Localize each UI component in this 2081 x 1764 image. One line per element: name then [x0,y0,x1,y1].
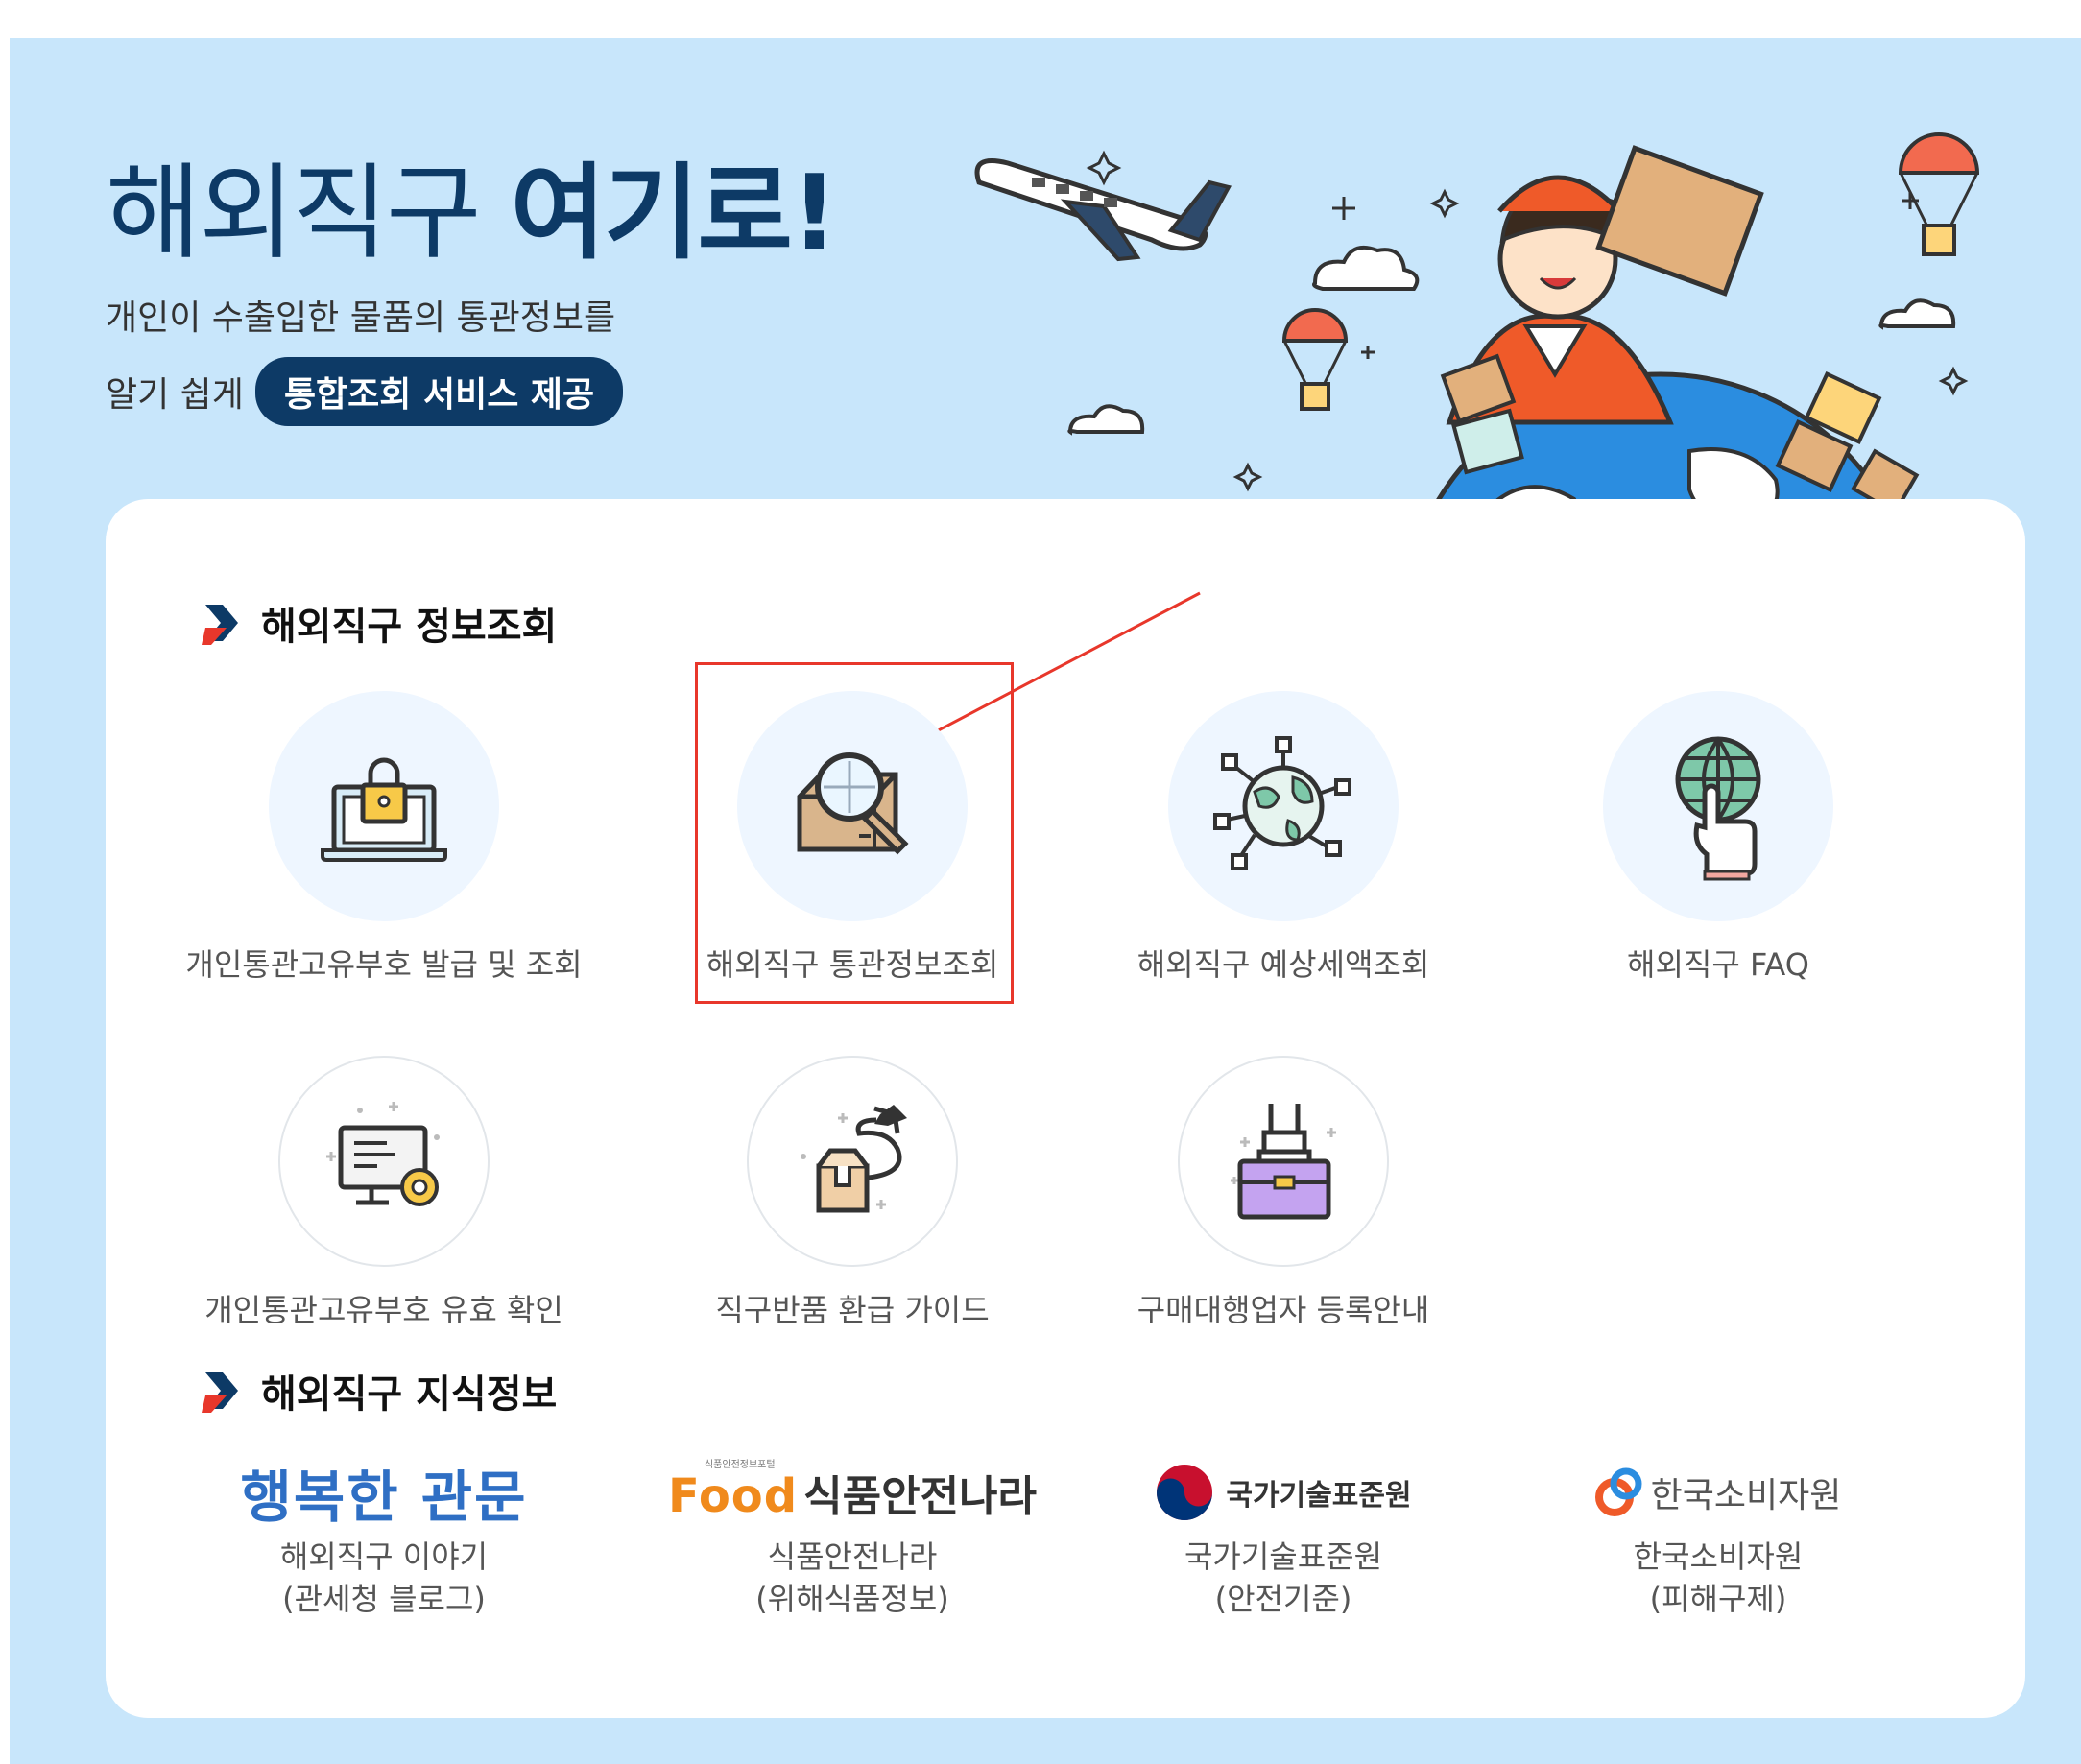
service-tax-estimate[interactable]: 해외직구 예상세액조회 [1072,691,1495,985]
service-agent-registration[interactable]: 구매대행업자 등록안내 [1072,1056,1495,1330]
service-pill: 통합조회 서비스 제공 [254,357,624,426]
chevron-right-icon [202,1372,238,1413]
hero-illustration [974,132,1980,547]
service-code-validity[interactable]: 개인통관고유부호 유효 확인 [182,1056,586,1330]
bag-hand-icon [1178,1056,1389,1267]
content-card: 해외직구 정보조회 개인통관고유부호 발급 및 조회 해외직구 통관정보조회 해… [106,499,2025,1718]
monitor-gear-icon [278,1056,490,1267]
kats-logo: 국가기술표준원 [1072,1449,1495,1536]
globe-network-icon [1168,691,1399,921]
link-kats[interactable]: 국가기술표준원 국가기술표준원 (안전기준) [1072,1449,1495,1620]
taegeuk-icon [1157,1465,1213,1520]
hero-description-line2: 알기 쉽게 통합조회 서비스 제공 [106,357,624,426]
kca-logo: 한국소비자원 [1517,1449,1920,1536]
box-airplane-icon [747,1056,958,1267]
food-safety-logo: 식품안전정보포털 Food 식품안전나라 [667,1460,1038,1523]
hero-title: 해외직구 여기로! [106,154,838,274]
link-food-safety[interactable]: 식품안전정보포털 Food 식품안전나라 식품안전나라 (위해식품정보) [641,1449,1064,1620]
service-faq[interactable]: 해외직구 FAQ [1517,691,1920,985]
main-banner: 해외직구 여기로! 개인이 수출입한 물품의 통관정보를 알기 쉽게 통합조회 … [10,38,2081,1764]
section-info-lookup: 해외직구 정보조회 [200,595,557,651]
chevron-right-icon [202,605,238,645]
hero-description: 개인이 수출입한 물품의 통관정보를 [106,298,616,338]
kca-symbol-icon [1594,1467,1642,1516]
link-kca[interactable]: 한국소비자원 한국소비자원 (피해구제) [1517,1449,1920,1620]
box-magnifier-icon [737,691,968,921]
service-customs-info-lookup[interactable]: 해외직구 통관정보조회 [641,691,1064,985]
laptop-lock-icon [269,691,499,921]
link-customs-blog[interactable]: 행복한 관문 해외직구 이야기 (관세청 블로그) [182,1449,586,1620]
happy-gateway-logo: 행복한 관문 [240,1465,528,1530]
section-knowledge: 해외직구 지식정보 [200,1363,557,1418]
service-return-refund-guide[interactable]: 직구반품 환급 가이드 [641,1056,1064,1330]
airplane-icon [974,158,1232,262]
globe-hand-icon [1603,691,1833,921]
service-personal-customs-code[interactable]: 개인통관고유부호 발급 및 조회 [182,691,586,985]
